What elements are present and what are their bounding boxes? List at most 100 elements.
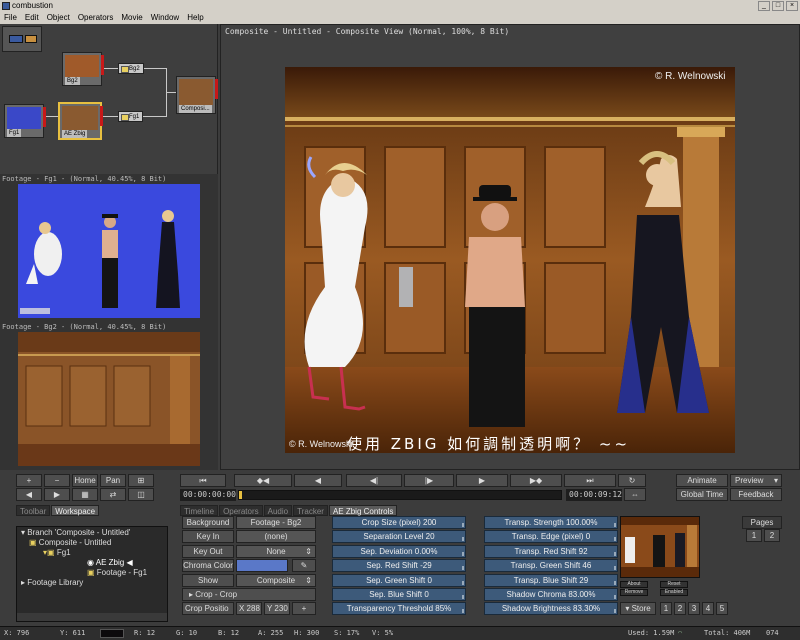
chroma-color-swatch[interactable]: [236, 559, 288, 572]
tab-workspace[interactable]: Workspace: [51, 505, 100, 516]
schematic-nav-node[interactable]: [2, 26, 42, 52]
store-3-button[interactable]: 3: [688, 602, 700, 615]
menu-file[interactable]: File: [4, 12, 17, 24]
go-to-end-button[interactable]: ⏭: [564, 474, 616, 487]
link-button[interactable]: ⇄: [100, 488, 126, 501]
time-slider-handle[interactable]: [239, 491, 242, 499]
eyedropper-icon[interactable]: ✎: [292, 559, 316, 572]
animate-button[interactable]: Animate: [676, 474, 728, 487]
tab-tracker[interactable]: Tracker: [293, 505, 328, 516]
background-select[interactable]: Footage - Bg2: [236, 516, 316, 529]
zoom-out-button[interactable]: −: [44, 474, 70, 487]
reset-button[interactable]: Reset: [660, 581, 688, 588]
remove-button[interactable]: Remove: [620, 589, 648, 596]
menu-edit[interactable]: Edit: [25, 12, 39, 24]
page-1-button[interactable]: 1: [746, 529, 762, 542]
tab-operators[interactable]: Operators: [219, 505, 263, 516]
tree-scrollbar[interactable]: [17, 613, 167, 621]
step-forward-key-button[interactable]: ▶◆: [510, 474, 562, 487]
slider-transp-strength[interactable]: Transp. Strength 100.00%: [484, 516, 618, 529]
show-dropdown[interactable]: Composite ⇕: [236, 574, 316, 587]
slider-crop-size[interactable]: Crop Size (pixel) 200: [332, 516, 466, 529]
crop-position-add-icon[interactable]: +: [292, 602, 316, 615]
menu-help[interactable]: Help: [187, 12, 203, 24]
tree-composite-row[interactable]: ▣ Composite - Untitled: [29, 538, 111, 547]
key-out-dropdown[interactable]: None ⇕: [236, 545, 316, 558]
tree-ae-zbig-row[interactable]: ◉ AE Zbig ◀: [87, 558, 133, 567]
zoom-in-button[interactable]: +: [16, 474, 42, 487]
footage-bg2-view[interactable]: Footage - Bg2 - (Normal, 40.45%, 8 Bit): [0, 322, 218, 470]
slider-shadow-chroma[interactable]: Shadow Chroma 83.00%: [484, 588, 618, 601]
store-1-button[interactable]: 1: [660, 602, 672, 615]
home-button[interactable]: Home: [72, 474, 98, 487]
timeline-options-button[interactable]: ⇔: [624, 488, 646, 501]
slider-separation-level[interactable]: Separation Level 20: [332, 530, 466, 543]
time-slider[interactable]: [238, 490, 562, 500]
crop-y-field[interactable]: Y 230: [264, 602, 290, 615]
step-forward-button[interactable]: |▶: [404, 474, 454, 487]
step-back-button[interactable]: ◀|: [346, 474, 402, 487]
bg2-operator-node[interactable]: Bg2: [118, 63, 144, 74]
composite-node[interactable]: Composi...: [176, 76, 218, 114]
back-arrow-icon[interactable]: ◀: [16, 488, 42, 501]
crop-header[interactable]: ▸ Crop - Crop: [182, 588, 316, 601]
timecode-start[interactable]: 00:00:00:00: [180, 489, 236, 501]
slider-transp-edge[interactable]: Transp. Edge (pixel) 0: [484, 530, 618, 543]
store-5-button[interactable]: 5: [716, 602, 728, 615]
bg2-footage-node[interactable]: Bg2: [62, 52, 104, 86]
slider-transp-red-shift[interactable]: Transp. Red Shift 92: [484, 545, 618, 558]
feedback-button[interactable]: Feedback: [730, 488, 782, 501]
view-button[interactable]: ⊞: [128, 474, 154, 487]
tab-toolbar[interactable]: Toolbar: [16, 505, 51, 516]
key-in-select[interactable]: (none): [236, 530, 316, 543]
about-button[interactable]: About: [620, 581, 648, 588]
slider-sep-red-shift[interactable]: Sep. Red Shift -29: [332, 559, 466, 572]
global-time-button[interactable]: Global Time: [676, 488, 728, 501]
play-reverse-button[interactable]: ◀: [294, 474, 342, 487]
page-2-button[interactable]: 2: [764, 529, 780, 542]
layout-button[interactable]: ▦: [72, 488, 98, 501]
minimize-button[interactable]: _: [758, 1, 770, 11]
maximize-button[interactable]: □: [772, 1, 784, 11]
schematic-view[interactable]: Bg2 Bg2 Fg1 AE Zbig Fg1 Composi...: [0, 24, 218, 174]
slider-transp-green-shift[interactable]: Transp. Green Shift 46: [484, 559, 618, 572]
tree-fg1-row[interactable]: ▾▣ Fg1: [43, 548, 71, 557]
menu-movie[interactable]: Movie: [121, 12, 142, 24]
slider-transp-blue-shift[interactable]: Transp. Blue Shift 29: [484, 574, 618, 587]
play-button[interactable]: ▶: [456, 474, 508, 487]
menu-operators[interactable]: Operators: [78, 12, 114, 24]
footage-fg1-view[interactable]: Footage - Fg1 - (Normal, 40.45%, 8 Bit): [0, 174, 218, 322]
slider-sep-green-shift[interactable]: Sep. Green Shift 0: [332, 574, 466, 587]
store-2-button[interactable]: 2: [674, 602, 686, 615]
fg1-operator-node[interactable]: Fg1: [118, 111, 144, 122]
enabled-button[interactable]: Enabled: [660, 589, 688, 596]
store-dropdown[interactable]: ▾ Store: [620, 602, 656, 615]
composite-viewer[interactable]: Composite - Untitled - Composite View (N…: [220, 24, 800, 470]
tree-footage-library-row[interactable]: ▸ Footage Library: [21, 578, 83, 587]
slider-sep-deviation[interactable]: Sep. Deviation 0.00%: [332, 545, 466, 558]
tab-audio[interactable]: Audio: [263, 505, 293, 516]
snapshot-button[interactable]: ◫: [128, 488, 154, 501]
forward-arrow-icon[interactable]: ▶: [44, 488, 70, 501]
slider-sep-blue-shift[interactable]: Sep. Blue Shift 0: [332, 588, 466, 601]
crop-x-field[interactable]: X 288: [236, 602, 262, 615]
go-to-start-button[interactable]: ⏮: [180, 474, 226, 487]
timecode-end[interactable]: 00:00:09:12: [566, 489, 622, 501]
tree-branch-row[interactable]: ▾ Branch 'Composite - Untitled': [21, 528, 130, 537]
menu-window[interactable]: Window: [151, 12, 179, 24]
preview-dropdown[interactable]: Preview ▾: [730, 474, 782, 487]
loop-button[interactable]: ↻: [618, 474, 646, 487]
tab-timeline[interactable]: Timeline: [180, 505, 219, 516]
workspace-tree[interactable]: ▾ Branch 'Composite - Untitled' ▣ Compos…: [16, 526, 168, 622]
pan-button[interactable]: Pan: [100, 474, 126, 487]
slider-transparency-threshold[interactable]: Transparency Threshold 85%: [332, 602, 466, 615]
close-button[interactable]: ×: [786, 1, 798, 11]
store-4-button[interactable]: 4: [702, 602, 714, 615]
menu-object[interactable]: Object: [47, 12, 70, 24]
ae-zbig-node[interactable]: AE Zbig: [58, 102, 103, 140]
slider-shadow-brightness[interactable]: Shadow Brightness 83.30%: [484, 602, 618, 615]
tab-ae-zbig-controls[interactable]: AE Zbig Controls: [328, 505, 398, 516]
fg1-footage-node[interactable]: Fg1: [4, 104, 46, 138]
tree-footage-fg1-row[interactable]: ▣ Footage - Fg1: [87, 568, 147, 577]
step-back-key-button[interactable]: ◆◀: [234, 474, 292, 487]
